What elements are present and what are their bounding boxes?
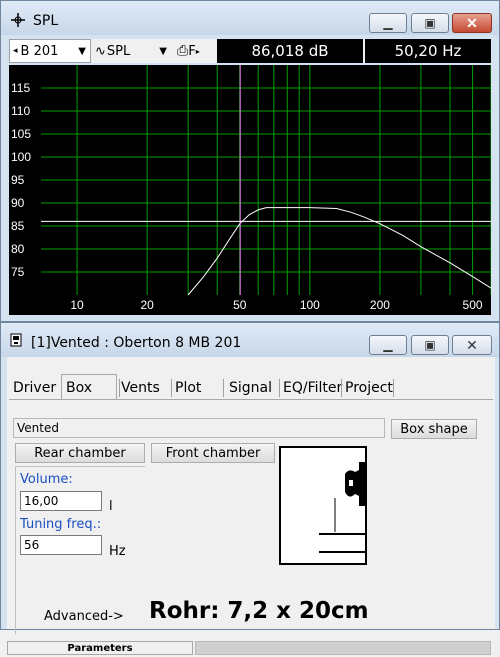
- graph-select-value: SPL: [106, 43, 131, 59]
- restore-icon: ▣: [424, 16, 436, 30]
- app-icon: [10, 333, 22, 347]
- minimize-icon: ▁: [383, 16, 393, 30]
- y-tick-label: 110: [11, 104, 30, 118]
- maximize-button[interactable]: ▣: [411, 335, 449, 355]
- volume-input[interactable]: 16,00: [20, 491, 102, 511]
- close-button[interactable]: ✕: [452, 13, 492, 33]
- more-icon: ▸: [195, 46, 200, 56]
- spl-window: SPL ▁ ▣ ✕ ◂ B 201 ▼ ∿ SPL ▼ ⎙ F ▸ 86,018…: [0, 0, 500, 322]
- tuning-input[interactable]: 56: [20, 535, 102, 555]
- chevron-down-icon: ▼: [159, 45, 167, 57]
- printer-icon: ⎙: [177, 43, 189, 59]
- tab-signal[interactable]: Signal: [225, 377, 283, 399]
- level-readout: 86,018 dB: [217, 39, 363, 63]
- tab-eq-filter[interactable]: EQ/Filter: [279, 377, 345, 399]
- graph-select[interactable]: ∿ SPL ▼: [95, 39, 173, 63]
- x-tick-label: 50: [233, 298, 247, 312]
- tab-plot[interactable]: Plot: [171, 377, 223, 399]
- crosshair-icon: [11, 13, 25, 27]
- x-tick-label: 100: [300, 298, 320, 312]
- y-tick-label: 75: [11, 265, 25, 279]
- driver-select[interactable]: ◂ B 201 ▼: [9, 39, 91, 63]
- toolbar: ◂ B 201 ▼ ∿ SPL ▼ ⎙ F ▸ 86,018 dB 50,20 …: [9, 39, 491, 63]
- box-shape-button[interactable]: Box shape: [391, 419, 477, 439]
- front-chamber-button[interactable]: Front chamber: [151, 443, 275, 463]
- y-tick-label: 90: [11, 196, 25, 210]
- y-tick-label: 115: [11, 81, 30, 95]
- y-tick-label: 85: [11, 219, 25, 233]
- x-tick-label: 20: [140, 298, 154, 312]
- title-bar[interactable]: [1]Vented : Oberton 8 MB 201 ▁ ▣ ✕: [1, 323, 499, 357]
- spl-curve: [187, 207, 491, 296]
- scroll-left-icon: ◂: [13, 46, 18, 56]
- box-panel: Vented Box shape Rear chamber Front cham…: [9, 399, 493, 634]
- tab-vents[interactable]: Vents: [117, 377, 169, 399]
- volume-label: Volume:: [20, 472, 73, 487]
- print-button[interactable]: ⎙ F ▸: [177, 39, 215, 63]
- window-title: [1]Vented : Oberton 8 MB 201: [31, 335, 242, 351]
- box-type-field[interactable]: Vented: [13, 418, 385, 438]
- y-tick-label: 80: [11, 242, 25, 256]
- tab-separator: [393, 379, 394, 397]
- rear-chamber-button[interactable]: Rear chamber: [15, 443, 145, 463]
- y-tick-label: 95: [11, 173, 25, 187]
- wave-icon: ∿: [95, 43, 106, 59]
- close-button[interactable]: ✕: [452, 335, 492, 355]
- title-bar[interactable]: SPL ▁ ▣ ✕: [1, 1, 499, 35]
- print-label: F: [188, 43, 196, 59]
- box-diagram: [279, 446, 367, 565]
- minimize-button[interactable]: ▁: [369, 13, 407, 33]
- tab-separator: [223, 379, 224, 397]
- tuning-unit: Hz: [109, 544, 126, 559]
- minimize-icon: ▁: [383, 338, 393, 352]
- close-icon: ✕: [466, 14, 478, 31]
- window-title: SPL: [33, 13, 59, 29]
- minimize-button[interactable]: ▁: [369, 335, 407, 355]
- box-window: [1]Vented : Oberton 8 MB 201 ▁ ▣ ✕ Drive…: [0, 322, 500, 657]
- tab-driver[interactable]: Driver: [9, 377, 59, 399]
- volume-unit: l: [109, 499, 113, 514]
- chamber-group: Volume: 16,00 l Tuning freq.: 56 Hz Adva…: [15, 466, 145, 634]
- x-tick-label: 200: [370, 298, 390, 312]
- x-tick-label: 10: [70, 298, 84, 312]
- x-tick-label: 500: [463, 298, 483, 312]
- frequency-readout: 50,20 Hz: [365, 39, 491, 63]
- advanced-button[interactable]: Advanced->: [44, 609, 124, 624]
- maximize-button[interactable]: ▣: [411, 13, 449, 33]
- tab-box[interactable]: Box: [61, 374, 117, 400]
- box-editor: Driver Box Vents Plot Signal EQ/Filter P…: [7, 357, 495, 657]
- restore-icon: ▣: [424, 338, 436, 352]
- close-icon: ✕: [466, 336, 478, 353]
- pipe-note: Rohr: 7,2 x 20cm: [149, 598, 369, 624]
- status-bar: Parameters: [7, 639, 495, 657]
- spl-plot[interactable]: 115 110 105 100 95 90 85 80 75 10 20 50 100 200 500: [9, 65, 491, 315]
- y-tick-label: 105: [11, 127, 31, 141]
- driver-select-value: B 201: [20, 43, 59, 59]
- spl-chart: 115 110 105 100 95 90 85 80 75 10 20 50 100 200 500: [11, 65, 491, 312]
- chevron-down-icon: ▼: [78, 45, 86, 57]
- status-panel: [195, 641, 491, 655]
- y-tick-label: 100: [11, 150, 31, 164]
- status-parameters: Parameters: [7, 641, 193, 655]
- tuning-label: Tuning freq.:: [20, 517, 102, 532]
- tab-project[interactable]: Project: [341, 377, 397, 399]
